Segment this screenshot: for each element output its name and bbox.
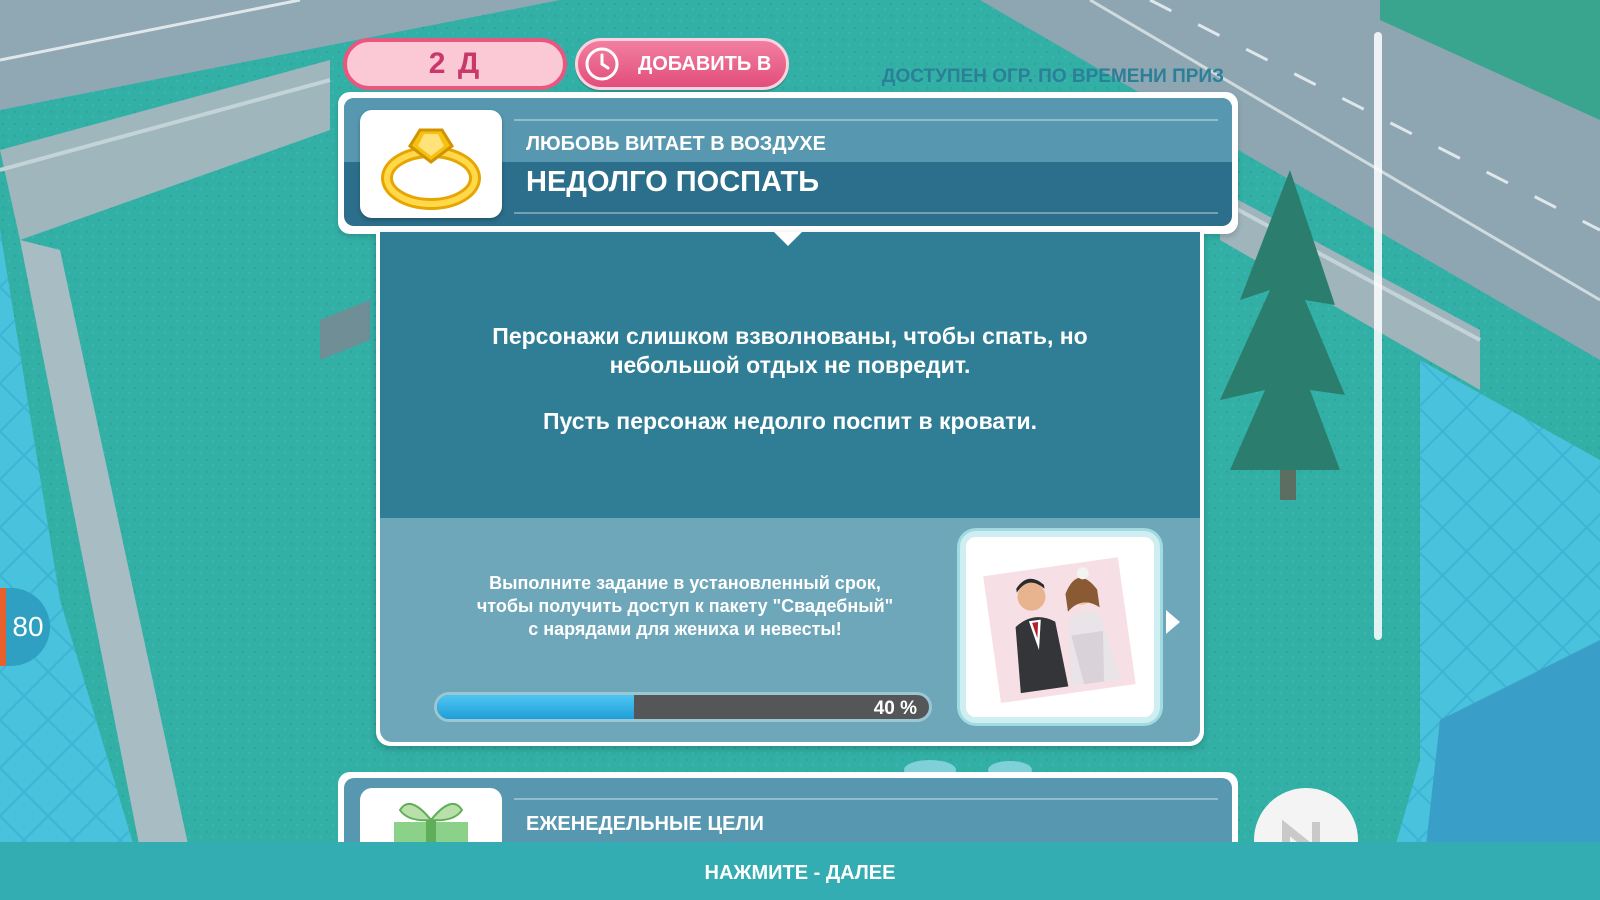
wedding-ring-icon (381, 128, 481, 210)
quest-description: Персонажи слишком взволнованы, чтобы спа… (492, 323, 1088, 378)
add-time-button[interactable]: ДОБАВИТЬ В (575, 38, 789, 90)
quest-category: ЛЮБОВЬ ВИТАЕТ В ВОЗДУХЕ (526, 133, 826, 155)
reward-preview-tile[interactable] (960, 531, 1160, 723)
quest-header-card (338, 92, 1238, 234)
quest-progress-bar: 40 % (434, 692, 932, 722)
weekly-goals-label: ЕЖЕНЕДЕЛЬНЫЕ ЦЕЛИ (526, 813, 764, 835)
clock-icon (585, 47, 619, 81)
tap-to-continue-prompt[interactable]: НАЖМИТЕ - ДАЛЕЕ (0, 862, 1600, 885)
next-reward-arrow[interactable] (1166, 610, 1180, 634)
quest-progress-fill (437, 695, 634, 719)
weekly-icon-tile (360, 788, 502, 848)
quest-timer-text: 2 Д (428, 47, 482, 80)
quest-icon-tile (360, 110, 502, 218)
weekly-goals-card[interactable] (338, 772, 1238, 848)
wedding-couple-image (966, 537, 1154, 717)
scroll-track[interactable] (1374, 32, 1382, 640)
gift-box-icon (394, 802, 468, 848)
quest-title: НЕДОЛГО ПОСПАТЬ (526, 166, 820, 198)
quest-instruction: Пусть персонаж недолго поспит в кровати. (542, 408, 1038, 434)
limited-prize-caption: ДОСТУПЕН ОГР. ПО ВРЕМЕНИ ПРИЗ (881, 66, 1224, 87)
reward-description: Выполните задание в установленный срок, … (476, 573, 894, 639)
level-number: 80 (12, 611, 44, 642)
add-time-label: ДОБАВИТЬ В (638, 52, 772, 75)
quest-progress-label: 40 % (873, 698, 917, 719)
pointer-notch (774, 232, 802, 246)
quest-timer: 2 Д (343, 38, 567, 90)
